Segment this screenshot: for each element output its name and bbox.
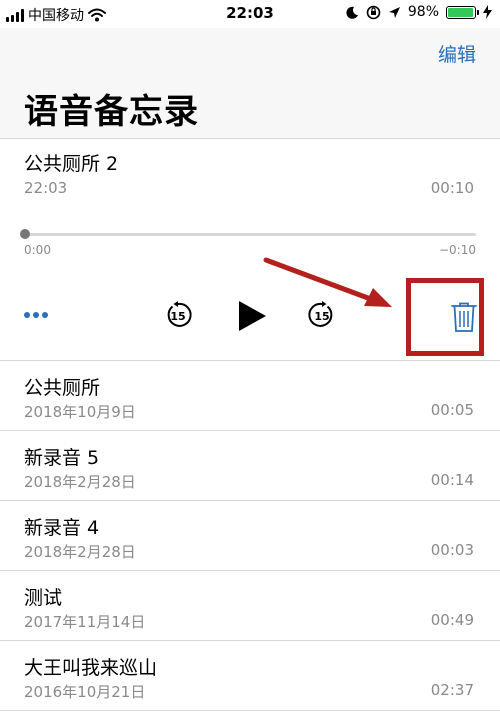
recording-list-item[interactable]: 公共厕所 2018年10月9日 00:05 bbox=[0, 361, 500, 431]
recording-title: 公共厕所 2 bbox=[24, 153, 119, 175]
recording-duration: 00:03 bbox=[430, 541, 474, 559]
skip-back-seconds: 15 bbox=[170, 310, 185, 323]
recording-title: 大王叫我来巡山 bbox=[24, 657, 158, 679]
skip-forward-seconds: 15 bbox=[314, 310, 329, 323]
recording-list-item[interactable]: 大王叫我来巡山 2016年10月21日 02:37 bbox=[0, 641, 500, 711]
page-title: 语音备忘录 bbox=[24, 92, 199, 132]
annotation-highlight-box bbox=[406, 278, 484, 356]
skip-back-button[interactable]: 15 bbox=[163, 300, 193, 330]
more-options-button[interactable] bbox=[24, 312, 48, 318]
recording-duration: 00:49 bbox=[430, 611, 474, 629]
recording-title: 公共厕所 bbox=[24, 377, 101, 399]
recording-title: 测试 bbox=[24, 587, 63, 609]
orientation-lock-icon bbox=[366, 5, 381, 19]
moon-icon bbox=[346, 6, 358, 19]
recording-date: 2016年10月21日 bbox=[24, 683, 146, 701]
dot-icon bbox=[42, 312, 48, 318]
recording-date: 2018年10月9日 bbox=[24, 403, 136, 421]
scrubber-track[interactable] bbox=[24, 233, 476, 236]
recording-date: 22:03 bbox=[24, 179, 68, 197]
recording-duration: 02:37 bbox=[430, 681, 474, 699]
status-bar: 中国移动 22:03 98% bbox=[0, 0, 500, 28]
edit-button[interactable]: 编辑 bbox=[438, 40, 476, 67]
status-right: 98% bbox=[346, 4, 492, 20]
elapsed-time: 0:00 bbox=[24, 243, 51, 257]
remaining-time: −0:10 bbox=[438, 243, 476, 257]
skip-forward-button[interactable]: 15 bbox=[307, 300, 337, 330]
battery-icon bbox=[446, 5, 479, 19]
navigation-bar: 编辑 语音备忘录 bbox=[0, 28, 500, 139]
recording-duration: 00:05 bbox=[430, 401, 474, 419]
recording-date: 2018年2月28日 bbox=[24, 473, 136, 491]
battery-percent: 98% bbox=[407, 4, 439, 20]
recording-date: 2017年11月14日 bbox=[24, 613, 146, 631]
play-button[interactable] bbox=[235, 299, 269, 333]
recording-duration: 00:10 bbox=[430, 179, 474, 197]
dot-icon bbox=[33, 312, 39, 318]
scrubber-handle[interactable] bbox=[20, 229, 30, 239]
dot-icon bbox=[24, 312, 30, 318]
recording-title: 新录音 4 bbox=[24, 517, 100, 539]
location-icon bbox=[388, 6, 400, 18]
recording-list-item[interactable]: 测试 2017年11月14日 00:49 bbox=[0, 571, 500, 641]
battery-level bbox=[448, 7, 474, 17]
recording-list-item[interactable]: 新录音 4 2018年2月28日 00:03 bbox=[0, 501, 500, 571]
recording-list-item[interactable]: 新录音 5 2018年2月28日 00:14 bbox=[0, 431, 500, 501]
charging-icon bbox=[483, 5, 492, 19]
recording-duration: 00:14 bbox=[430, 471, 474, 489]
recording-date: 2018年2月28日 bbox=[24, 543, 136, 561]
recording-title: 新录音 5 bbox=[24, 447, 100, 469]
